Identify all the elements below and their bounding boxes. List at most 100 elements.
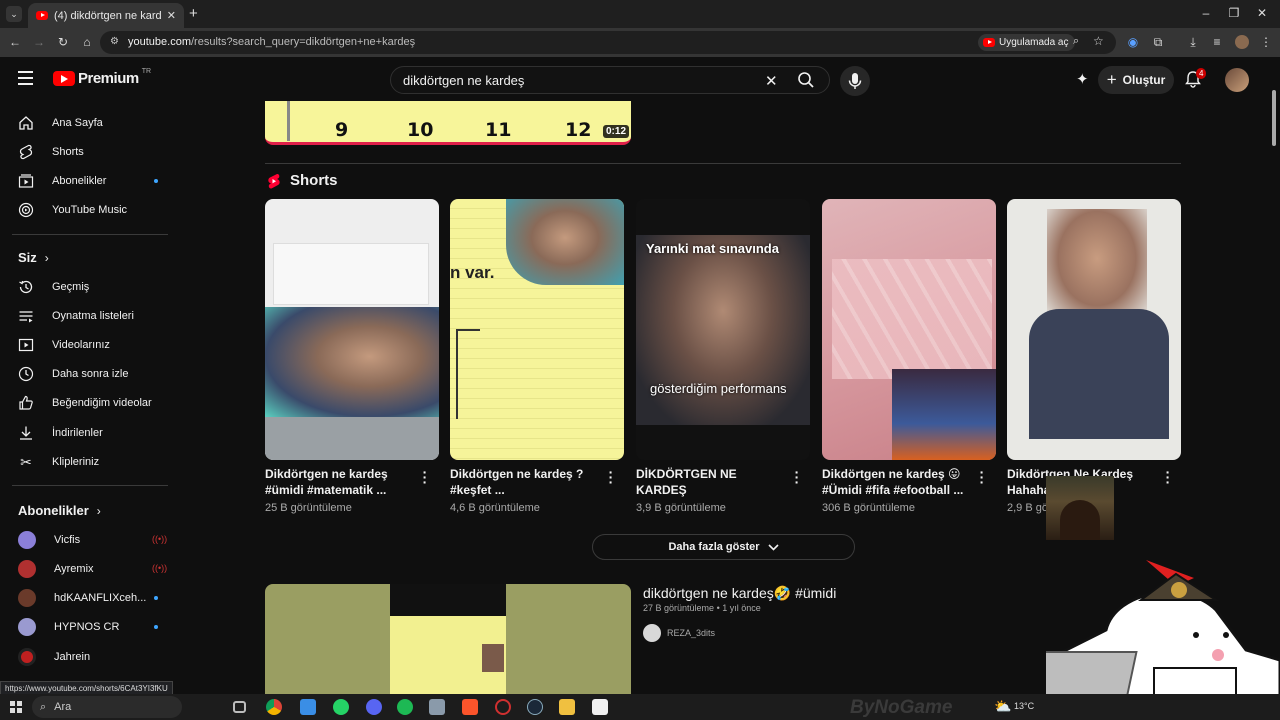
extension-icon[interactable]: ◉: [1126, 35, 1140, 49]
extensions-puzzle-icon[interactable]: ⧉: [1151, 35, 1165, 49]
taskbar-search[interactable]: ⌕ Ara: [32, 696, 182, 718]
short-thumbnail[interactable]: [265, 199, 439, 460]
close-tab-icon[interactable]: ✕: [167, 9, 176, 22]
new-tab-button[interactable]: +: [189, 5, 198, 22]
shorts-logo-icon: [267, 173, 281, 190]
open-in-app-button[interactable]: Uygulamada aç: [978, 34, 1076, 51]
hamburger-menu-icon[interactable]: [18, 71, 33, 85]
short-title[interactable]: DİKDÖRTGEN NE KARDEŞ: [636, 466, 786, 498]
short-thumbnail[interactable]: [1007, 199, 1181, 460]
forward-icon[interactable]: →: [32, 35, 46, 49]
search-icon[interactable]: [797, 71, 815, 89]
sidebar-item-playlists[interactable]: Oynatma listeleri: [12, 302, 226, 330]
spotify-icon[interactable]: [397, 699, 413, 715]
video-thumbnail[interactable]: [265, 584, 631, 694]
home-browser-icon[interactable]: ⌂: [80, 35, 94, 49]
short-title[interactable]: Dikdörtgen ne kardeş #ümidi #matematik .…: [265, 466, 415, 498]
more-options-icon[interactable]: · · ·: [607, 465, 615, 489]
taskbar-search-label: Ara: [54, 701, 72, 713]
task-view-icon[interactable]: [233, 701, 246, 713]
music-icon: [18, 202, 34, 218]
sidebar-channel-hdkaanflix[interactable]: hdKAANFLIXceh...: [12, 584, 226, 612]
sidebar-you-heading[interactable]: Siz ›: [18, 250, 49, 265]
browser-tab[interactable]: (4) dikdörtgen ne kardeş - YouT ✕: [28, 3, 184, 28]
menu-kebab-icon[interactable]: ⋮: [1259, 35, 1273, 49]
sidebar-item-shorts[interactable]: Shorts: [12, 138, 226, 166]
tab-search-button[interactable]: ⌄: [6, 6, 22, 22]
close-window-button[interactable]: ✕: [1255, 6, 1269, 20]
app-icon-blue[interactable]: [300, 699, 316, 715]
show-more-button[interactable]: Daha fazla göster: [592, 534, 855, 560]
you-heading-label: Siz: [18, 250, 37, 265]
history-icon: [18, 279, 34, 295]
more-options-icon[interactable]: · · ·: [978, 465, 986, 489]
search-input[interactable]: dikdörtgen ne kardeş ✕: [390, 66, 830, 94]
page-scrollbar[interactable]: [1272, 90, 1276, 146]
short-thumbnail[interactable]: n var.: [450, 199, 624, 460]
account-avatar[interactable]: [1225, 68, 1249, 92]
sidebar-item-clips[interactable]: ✂ Klipleriniz: [12, 448, 226, 476]
reading-list-icon[interactable]: ≡: [1210, 35, 1224, 49]
address-bar[interactable]: ⚙ youtube.com/results?search_query=dikdö…: [100, 31, 1116, 54]
sidebar-channel-vicfis[interactable]: Vicfis ((•)): [12, 526, 226, 554]
clear-search-icon[interactable]: ✕: [765, 72, 778, 90]
downloads-icon[interactable]: ⤓: [1186, 35, 1200, 49]
capcut-icon[interactable]: [592, 699, 608, 715]
sidebar-item-liked-videos[interactable]: Beğendiğim videolar: [12, 389, 226, 417]
short-thumbnail[interactable]: Yarınki mat sınavında gösterdiğim perfor…: [636, 199, 810, 460]
site-info-icon[interactable]: ⚙: [110, 36, 119, 47]
short-title[interactable]: Dikdörtgen ne kardeş ? #keşfet ...: [450, 466, 600, 498]
reload-icon[interactable]: ↻: [56, 35, 70, 49]
sidebar-item-history[interactable]: Geçmiş: [12, 273, 226, 301]
channel-avatar: [18, 589, 36, 607]
search-icon: ⌕: [40, 700, 47, 713]
windows-start-icon[interactable]: [10, 701, 22, 713]
channel-avatar: [643, 624, 661, 642]
brave-icon[interactable]: [462, 699, 478, 715]
bookmark-star-icon[interactable]: ☆: [1093, 34, 1104, 48]
whatsapp-icon[interactable]: [333, 699, 349, 715]
video-channel[interactable]: REZA_3dits: [643, 624, 715, 642]
youtube-premium-logo[interactable]: Premium TR: [53, 68, 151, 87]
profile-icon[interactable]: [1235, 35, 1249, 49]
ai-sparkle-icon[interactable]: ✦: [1076, 70, 1089, 88]
sidebar-item-subscriptions[interactable]: Abonelikler: [12, 167, 226, 195]
sidebar-channel-jahrein[interactable]: Jahrein: [12, 643, 226, 671]
sidebar-channel-ayremix[interactable]: Ayremix ((•)): [12, 555, 226, 583]
sidebar-channel-hypnos-cr[interactable]: HYPNOS CR: [12, 613, 226, 641]
minimize-button[interactable]: –: [1199, 6, 1213, 20]
sidebar-subscriptions-heading[interactable]: Abonelikler ›: [18, 503, 101, 518]
more-options-icon[interactable]: · · ·: [421, 465, 429, 489]
download-icon: [18, 425, 34, 441]
restore-button[interactable]: ❐: [1227, 6, 1241, 20]
chrome-icon[interactable]: [266, 699, 282, 715]
steam-icon[interactable]: [527, 699, 543, 715]
video-thumbnail[interactable]: 9 10 11 12: [265, 101, 631, 145]
short-thumbnail[interactable]: [822, 199, 996, 460]
voice-search-mic-icon[interactable]: [840, 66, 870, 96]
zoom-icon[interactable]: ⌕: [1073, 35, 1079, 48]
app-icon-grey[interactable]: [429, 699, 445, 715]
discord-icon[interactable]: [366, 699, 382, 715]
more-options-icon[interactable]: · · ·: [1164, 465, 1172, 489]
sidebar-item-downloads[interactable]: İndirilenler: [12, 419, 226, 447]
browser-tab-strip: ⌄ (4) dikdörtgen ne kardeş - YouT ✕ + – …: [0, 0, 1280, 28]
video-title[interactable]: dikdörtgen ne kardeş🤣 #ümidi: [643, 585, 836, 602]
file-explorer-icon[interactable]: [559, 699, 575, 715]
short-title[interactable]: Dikdörtgen ne kardeş 😛 #Ümidi #fifa #efo…: [822, 466, 972, 498]
more-options-icon[interactable]: · · ·: [793, 465, 801, 489]
app-icon-red-circle[interactable]: [495, 699, 511, 715]
sidebar-divider: [12, 485, 168, 486]
search-query: dikdörtgen ne kardeş: [403, 73, 525, 88]
sidebar-item-your-videos[interactable]: Videolarınız: [12, 331, 226, 359]
plus-icon: +: [1106, 70, 1117, 89]
back-icon[interactable]: ←: [8, 35, 22, 49]
thumbnail-person: [636, 235, 810, 425]
create-button[interactable]: + Oluştur: [1098, 66, 1174, 94]
sidebar-item-watch-later[interactable]: Daha sonra izle: [12, 360, 226, 388]
channel-avatar: [18, 618, 36, 636]
sidebar-item-youtube-music[interactable]: YouTube Music: [12, 196, 226, 224]
youtube-favicon-icon: [36, 11, 48, 20]
sidebar-item-home[interactable]: Ana Sayfa: [12, 109, 226, 137]
youtube-logo-icon: [53, 71, 75, 86]
